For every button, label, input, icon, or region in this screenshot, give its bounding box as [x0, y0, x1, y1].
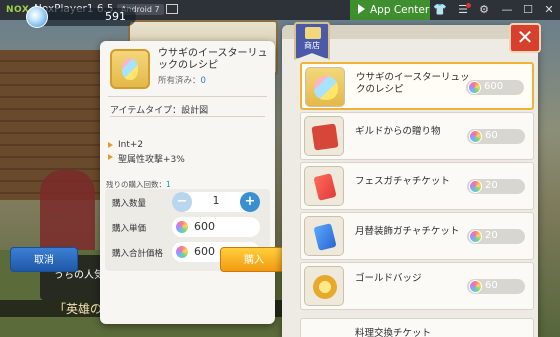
item-thumbnail: [304, 266, 344, 306]
rainbow-coin-icon: [469, 130, 482, 143]
shop-item[interactable]: フェスガチャチケット 20: [300, 162, 534, 210]
purchase-dialog: ウサギのイースターリュックのレシピ 所有済み：0 アイテムタイプ：設計図 Int…: [100, 41, 275, 324]
quantity-label: 購入数量: [112, 199, 147, 209]
cancel-button[interactable]: 取消: [10, 247, 78, 272]
gear-icon[interactable]: ⚙: [477, 3, 491, 17]
shirt-icon[interactable]: 👕: [433, 3, 447, 17]
close-icon[interactable]: ✕: [542, 3, 556, 17]
rainbow-coin-icon: [469, 280, 482, 293]
item-thumbnail: [305, 67, 345, 107]
easter-egg-icon: [314, 76, 338, 100]
blue-ticket-icon: [313, 223, 337, 251]
shop-item[interactable]: ギルドからの贈り物 60: [300, 112, 534, 160]
item-type: アイテムタイプ：設計図: [110, 106, 209, 116]
shop-item-price: 20: [467, 179, 525, 194]
item-thumbnail: [304, 116, 344, 156]
decrease-quantity-button[interactable]: −: [172, 192, 192, 212]
price-value: 600: [484, 81, 504, 92]
remaining-label: 残りの購入回数：: [106, 180, 166, 189]
remaining-value: 1: [166, 180, 171, 189]
total-price-label: 購入合計価格: [112, 249, 164, 259]
stat-line: Int+2: [108, 140, 144, 150]
divider: [108, 96, 267, 97]
item-thumbnail: [110, 49, 150, 89]
shop-item-name: 月替装飾ガチャチケット: [355, 226, 460, 237]
shop-item-price: 20: [467, 229, 525, 244]
rainbow-coin-icon: [469, 230, 482, 243]
minimize-icon[interactable]: —: [500, 3, 514, 17]
owned-count: 所有済み：0: [158, 74, 206, 86]
buy-button[interactable]: 購入: [220, 247, 288, 272]
coin-icon: [26, 6, 48, 28]
screen-icon[interactable]: [166, 4, 178, 14]
price-value: 60: [485, 280, 498, 291]
unit-price-label: 購入単価: [112, 224, 147, 234]
owned-label: 所有済み：: [158, 76, 201, 86]
shop-close-button[interactable]: ✕: [509, 23, 541, 53]
shop-item-name: フェスガチャチケット: [355, 176, 450, 187]
shop-item[interactable]: ウサギのイースターリュックのレシピ 600: [300, 62, 534, 110]
rainbow-coin-icon: [469, 180, 482, 193]
shop-item[interactable]: ゴールドバッジ 60: [300, 262, 534, 310]
quantity-stepper: − 1 +: [172, 192, 260, 212]
gift-box-icon: [311, 123, 339, 151]
stat-text: Int+2: [118, 140, 144, 150]
app-center-button[interactable]: App Center: [350, 0, 430, 20]
divider: [110, 116, 265, 117]
bullet-icon: [108, 154, 113, 160]
quantity-value[interactable]: 1: [192, 194, 240, 207]
rainbow-coin-icon: [175, 245, 189, 259]
gold-badge-icon: [313, 275, 337, 299]
price-value: 60: [485, 130, 498, 141]
shop-item[interactable]: 月替装飾ガチャチケット 20: [300, 212, 534, 260]
coin-amount: 591: [105, 10, 126, 23]
app-center-label: App Center: [370, 4, 430, 16]
shop-item-price: 60: [467, 279, 525, 294]
shop-item-name: 料理交換チケット: [355, 328, 432, 337]
shop-tab-label: 商店: [304, 41, 320, 50]
notification-dot: [466, 3, 471, 8]
shop-item-name: ゴールドバッジ: [355, 273, 422, 284]
stat-line: 聖属性攻撃+3%: [108, 152, 185, 165]
coin-counter: 591: [26, 6, 136, 28]
shop-item-price: 600: [466, 80, 524, 95]
bullet-icon: [108, 142, 113, 148]
increase-quantity-button[interactable]: +: [240, 192, 260, 212]
easter-egg-icon: [122, 58, 138, 80]
shop-item-price: 60: [467, 129, 525, 144]
item-name: ウサギのイースターリュックのレシピ: [158, 48, 268, 71]
unit-price-value: 600: [194, 220, 215, 233]
price-value: 20: [485, 230, 498, 241]
shop-item[interactable]: 料理交換チケット: [300, 318, 534, 337]
red-ticket-icon: [313, 173, 337, 201]
shop-icon: [305, 27, 321, 39]
stat-text: 聖属性攻撃+3%: [118, 155, 185, 165]
rainbow-coin-icon: [175, 220, 189, 234]
item-thumbnail: [304, 166, 344, 206]
shop-item-name: ウサギのイースターリュックのレシピ: [356, 72, 470, 95]
item-thumbnail: [304, 216, 344, 256]
total-price-value: 600: [194, 245, 215, 258]
play-store-icon: [358, 4, 365, 14]
price-value: 20: [485, 180, 498, 191]
rainbow-coin-icon: [468, 81, 481, 94]
shop-item-name: ギルドからの贈り物: [355, 126, 441, 137]
unit-price-field: 600: [172, 217, 260, 237]
maximize-icon[interactable]: ☐: [521, 3, 535, 17]
owned-value: 0: [200, 76, 206, 86]
